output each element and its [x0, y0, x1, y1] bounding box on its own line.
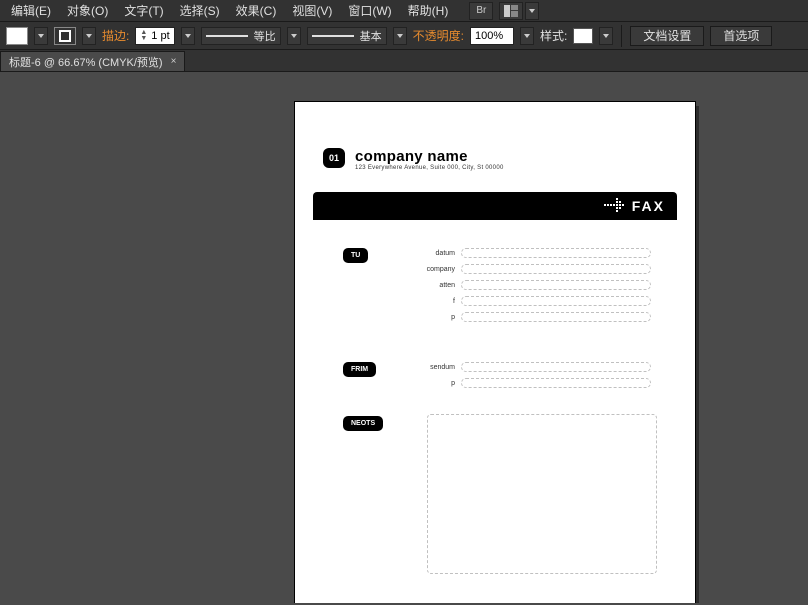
stroke-weight-value: 1 pt — [151, 30, 169, 42]
section-tag-neots: NEOTS — [343, 416, 383, 431]
fax-title-text: FAX — [632, 198, 665, 214]
stroke-dropdown[interactable] — [82, 27, 96, 45]
stroke-label: 描边: — [102, 27, 129, 44]
stroke-weight-dropdown[interactable] — [181, 27, 195, 45]
field-row: p — [381, 310, 651, 324]
fax-title-bar: FAX — [313, 192, 677, 220]
menu-select[interactable]: 选择(S) — [173, 0, 227, 21]
field-label-datum: datum — [381, 250, 455, 257]
graphic-style-dropdown[interactable] — [599, 27, 613, 45]
stepper-arrows-icon: ▲▼ — [140, 30, 147, 42]
field-row: sendum — [381, 360, 651, 374]
width-profile-label: 等比 — [254, 28, 276, 44]
field-input — [461, 362, 651, 372]
field-row: p — [381, 376, 651, 390]
opacity-field[interactable]: 100% — [470, 27, 514, 45]
field-input — [461, 280, 651, 290]
menu-window[interactable]: 窗口(W) — [341, 0, 398, 21]
workspace-switcher[interactable] — [499, 2, 523, 20]
menu-bar: 编辑(E) 对象(O) 文字(T) 选择(S) 效果(C) 视图(V) 窗口(W… — [0, 0, 808, 22]
preferences-button[interactable]: 首选项 — [710, 26, 772, 46]
field-row: f — [381, 294, 651, 308]
line-preview-icon — [312, 35, 354, 37]
style-label: 样式: — [540, 27, 567, 44]
menu-edit[interactable]: 编辑(E) — [4, 0, 58, 21]
layout-icon — [504, 5, 518, 17]
separator — [621, 25, 622, 47]
menu-effect[interactable]: 效果(C) — [229, 0, 284, 21]
field-label-company: company — [381, 266, 455, 273]
graphic-style-swatch[interactable] — [573, 28, 593, 44]
section-tag-frim: FRIM — [343, 362, 376, 377]
neots-text-box — [427, 414, 657, 574]
field-label-p: p — [381, 314, 455, 321]
width-profile-dropdown[interactable]: 等比 — [201, 27, 281, 45]
document-setup-button[interactable]: 文档设置 — [630, 26, 704, 46]
field-input — [461, 312, 651, 322]
brush-def-arrow[interactable] — [393, 27, 407, 45]
opacity-value: 100% — [475, 30, 503, 42]
field-label-sendum: sendum — [381, 364, 455, 371]
menu-text[interactable]: 文字(T) — [117, 0, 170, 21]
bridge-button[interactable]: Br — [469, 2, 493, 20]
document-tab[interactable]: 标题-6 @ 66.67% (CMYK/预览) × — [0, 51, 185, 71]
width-profile-arrow[interactable] — [287, 27, 301, 45]
canvas-area[interactable]: 01 company name 123 Everywhere Avenue, S… — [0, 72, 808, 603]
fill-dropdown[interactable] — [34, 27, 48, 45]
close-icon[interactable]: × — [171, 56, 177, 67]
artboard[interactable]: 01 company name 123 Everywhere Avenue, S… — [295, 102, 695, 603]
field-label-f: f — [381, 298, 455, 305]
opacity-dropdown[interactable] — [520, 27, 534, 45]
field-row: datum — [381, 246, 651, 260]
options-bar: 描边: ▲▼ 1 pt 等比 基本 不透明度: 100% 样式: 文档设置 首选… — [0, 22, 808, 50]
fax-header: 01 company name 123 Everywhere Avenue, S… — [323, 148, 504, 171]
document-tab-bar: 标题-6 @ 66.67% (CMYK/预览) × — [0, 50, 808, 72]
workspace-dropdown[interactable] — [525, 2, 539, 20]
field-label-p2: p — [381, 380, 455, 387]
menu-object[interactable]: 对象(O) — [60, 0, 115, 21]
company-name-text: company name — [355, 148, 504, 165]
arrow-right-icon — [604, 198, 626, 214]
field-input — [461, 264, 651, 274]
field-row: company — [381, 262, 651, 276]
menu-view[interactable]: 视图(V) — [285, 0, 339, 21]
brush-def-dropdown[interactable]: 基本 — [307, 27, 387, 45]
line-preview-icon — [206, 35, 248, 37]
field-input — [461, 378, 651, 388]
fill-swatch[interactable] — [6, 27, 28, 45]
stroke-swatch[interactable] — [54, 27, 76, 45]
opacity-label: 不透明度: — [413, 27, 464, 44]
company-address-text: 123 Everywhere Avenue, Suite 000, City, … — [355, 165, 504, 171]
field-row: atten — [381, 278, 651, 292]
fax-badge: 01 — [323, 148, 345, 168]
section-tag-tu: TU — [343, 248, 368, 263]
menu-help[interactable]: 帮助(H) — [401, 0, 456, 21]
document-tab-title: 标题-6 @ 66.67% (CMYK/预览) — [9, 54, 163, 70]
stroke-weight-field[interactable]: ▲▼ 1 pt — [135, 27, 174, 45]
brush-def-label: 基本 — [360, 28, 382, 44]
field-input — [461, 248, 651, 258]
field-input — [461, 296, 651, 306]
field-label-atten: atten — [381, 282, 455, 289]
